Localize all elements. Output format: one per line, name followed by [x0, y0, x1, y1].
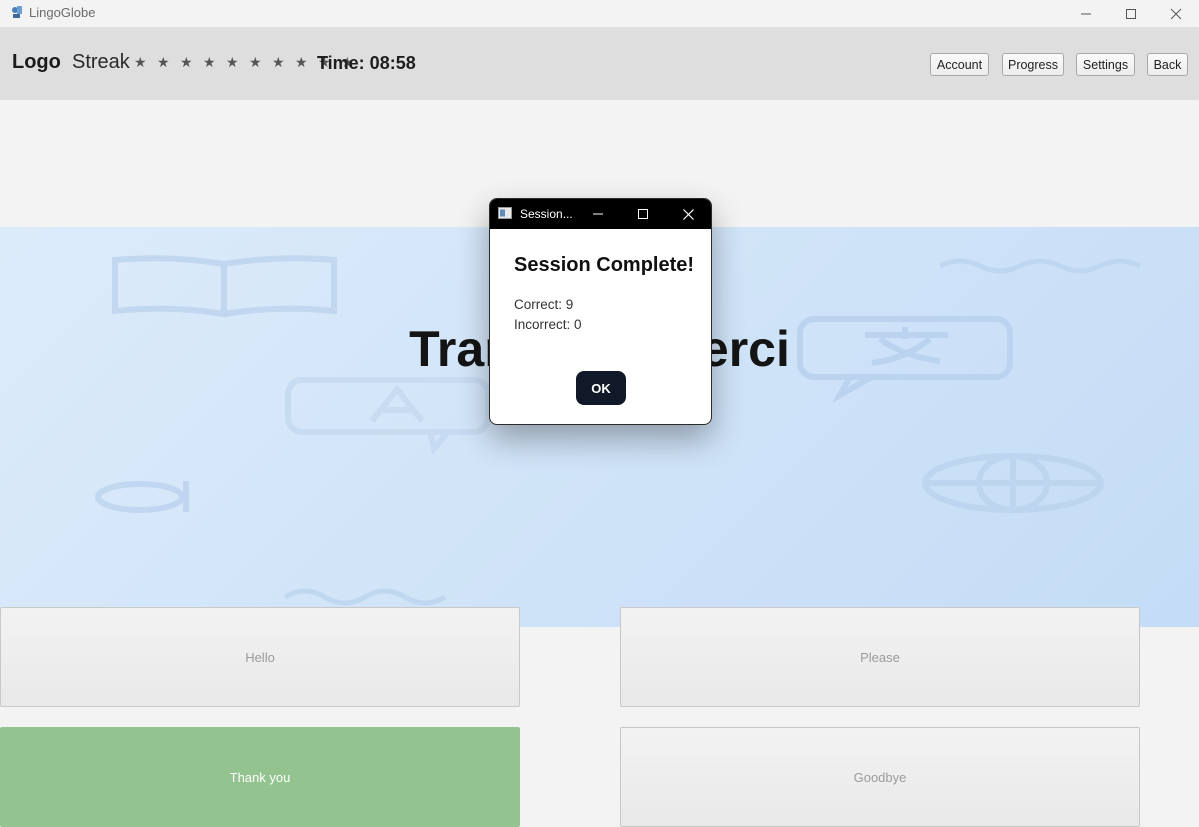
back-button[interactable]: Back — [1147, 53, 1188, 76]
close-button[interactable] — [1153, 0, 1199, 27]
correct-label: Correct: — [514, 297, 566, 312]
maximize-button[interactable] — [1108, 0, 1154, 27]
maximize-icon — [638, 209, 648, 219]
ok-button[interactable]: OK — [576, 371, 626, 405]
letter-a-icon — [95, 481, 189, 513]
dialog-title: Session... — [520, 207, 573, 221]
answer-option-goodbye[interactable]: Goodbye — [620, 727, 1140, 827]
minimize-button[interactable] — [1063, 0, 1109, 27]
progress-button[interactable]: Progress — [1002, 53, 1064, 76]
settings-button[interactable]: Settings — [1076, 53, 1135, 76]
app-title: LingoGlobe — [29, 5, 96, 20]
account-button[interactable]: Account — [930, 53, 989, 76]
dialog-close-button[interactable] — [666, 199, 710, 229]
dialog-heading: Session Complete! — [514, 254, 695, 276]
maximize-icon — [1126, 8, 1136, 19]
close-icon — [1170, 8, 1182, 19]
incorrect-count: 0 — [574, 317, 582, 332]
correct-count-row: Correct: 9 — [514, 297, 573, 312]
streak-label: Streak — [72, 51, 130, 73]
incorrect-label: Incorrect: — [514, 317, 575, 332]
globe-icon — [922, 453, 1104, 513]
minimize-icon — [593, 213, 603, 215]
app-icon — [12, 6, 22, 18]
session-timer: Time: 08:58 — [317, 53, 416, 73]
dialog-minimize-button[interactable] — [576, 199, 620, 229]
incorrect-count-row: Incorrect: 0 — [514, 317, 582, 332]
answer-option-please[interactable]: Please — [620, 607, 1140, 707]
dialog-titlebar: Session... — [490, 199, 711, 229]
dialog-window-icon — [498, 207, 512, 219]
logo: Logo — [12, 51, 61, 73]
answer-option-thank-you[interactable]: Thank you — [0, 727, 520, 827]
dialog-maximize-button[interactable] — [621, 199, 665, 229]
window-titlebar: LingoGlobe — [0, 0, 1199, 27]
minimize-icon — [1081, 13, 1091, 14]
letter-a-bubble-icon — [285, 377, 491, 456]
session-complete-dialog: Session... Session Complete! Correct: 9 … — [489, 198, 712, 425]
close-icon — [682, 208, 694, 220]
answer-option-hello[interactable]: Hello — [0, 607, 520, 707]
book-icon — [112, 255, 337, 318]
correct-count: 9 — [565, 297, 574, 312]
